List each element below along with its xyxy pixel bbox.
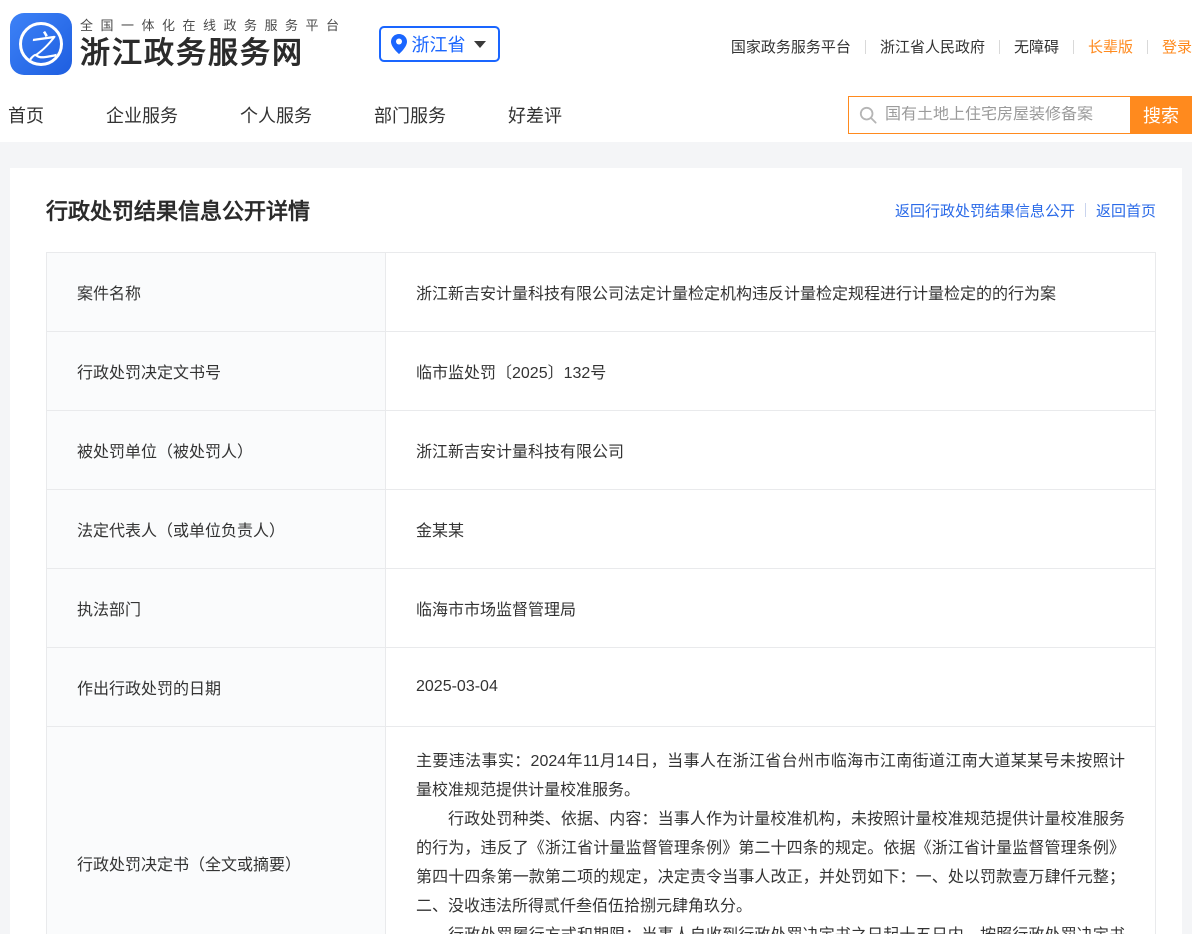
divider: [865, 40, 866, 54]
row-label: 作出行政处罚的日期: [47, 648, 386, 727]
decision-paragraph: 行政处罚履行方式和期限：当事人自收到行政处罚决定书之日起十五日内，按照行政处罚决…: [416, 921, 1125, 934]
back-to-list-link[interactable]: 返回行政处罚结果信息公开: [895, 200, 1075, 221]
row-label: 行政处罚决定书（全文或摘要）: [47, 727, 386, 934]
region-label: 浙江省: [412, 31, 466, 57]
card-header: 行政处罚结果信息公开详情 返回行政处罚结果信息公开 返回首页: [46, 194, 1156, 226]
link-elder-version[interactable]: 长辈版: [1088, 36, 1133, 57]
row-value: 金某某: [386, 490, 1156, 569]
row-value: 主要违法事实：2024年11月14日，当事人在浙江省台州市临海市江南街道江南大道…: [386, 727, 1156, 934]
chevron-down-icon: [474, 41, 486, 48]
site-logo[interactable]: 之: [10, 13, 72, 75]
site-header: 之 全国一体化在线政务服务平台 浙江政务服务网 浙江省 国家政务服务平台 浙江省…: [0, 0, 1192, 88]
row-label: 执法部门: [47, 569, 386, 648]
divider: [1073, 40, 1074, 54]
link-login[interactable]: 登录: [1162, 36, 1192, 57]
nav-items: 首页 企业服务 个人服务 部门服务 好差评: [0, 102, 562, 128]
search-icon: [859, 106, 877, 124]
main-nav: 首页 企业服务 个人服务 部门服务 好差评 搜索: [0, 88, 1192, 142]
penalty-detail-table: 案件名称 浙江新吉安计量科技有限公司法定计量检定机构违反计量检定规程进行计量检定…: [46, 252, 1156, 934]
search-input[interactable]: [885, 106, 1115, 124]
back-to-home-link[interactable]: 返回首页: [1096, 200, 1156, 221]
row-value: 浙江新吉安计量科技有限公司法定计量检定机构违反计量检定规程进行计量检定的的行为案: [386, 253, 1156, 332]
region-selector[interactable]: 浙江省: [379, 26, 500, 62]
back-links: 返回行政处罚结果信息公开 返回首页: [895, 200, 1156, 221]
link-accessibility[interactable]: 无障碍: [1014, 36, 1059, 57]
row-value: 临海市市场监督管理局: [386, 569, 1156, 648]
search-button[interactable]: 搜索: [1130, 96, 1192, 134]
platform-tagline: 全国一体化在线政务服务平台: [80, 19, 347, 32]
nav-item-review[interactable]: 好差评: [508, 102, 562, 128]
table-row-legal-representative: 法定代表人（或单位负责人） 金某某: [47, 490, 1156, 569]
nav-item-department[interactable]: 部门服务: [374, 102, 446, 128]
logo-glyph-icon: 之: [6, 9, 76, 79]
divider: [1085, 203, 1086, 217]
site-name: 浙江政务服务网: [80, 39, 347, 69]
row-value: 临市监处罚〔2025〕132号: [386, 332, 1156, 411]
table-row-punished-unit: 被处罚单位（被处罚人） 浙江新吉安计量科技有限公司: [47, 411, 1156, 490]
page-background: 行政处罚结果信息公开详情 返回行政处罚结果信息公开 返回首页 案件名称 浙江新吉…: [0, 142, 1192, 934]
table-row-enforcement-department: 执法部门 临海市市场监督管理局: [47, 569, 1156, 648]
link-provincial-gov[interactable]: 浙江省人民政府: [880, 36, 985, 57]
search-bar: 搜索: [848, 96, 1192, 134]
detail-card: 行政处罚结果信息公开详情 返回行政处罚结果信息公开 返回首页 案件名称 浙江新吉…: [10, 168, 1182, 934]
table-row-document-number: 行政处罚决定文书号 临市监处罚〔2025〕132号: [47, 332, 1156, 411]
location-pin-icon: [391, 34, 407, 54]
divider: [1147, 40, 1148, 54]
row-label: 法定代表人（或单位负责人）: [47, 490, 386, 569]
decision-paragraph: 行政处罚种类、依据、内容：当事人作为计量校准机构，未按照计量校准规范提供计量校准…: [416, 805, 1125, 921]
row-value: 2025-03-04: [386, 648, 1156, 727]
row-label: 案件名称: [47, 253, 386, 332]
divider: [999, 40, 1000, 54]
table-row-case-name: 案件名称 浙江新吉安计量科技有限公司法定计量检定机构违反计量检定规程进行计量检定…: [47, 253, 1156, 332]
nav-item-home[interactable]: 首页: [8, 102, 44, 128]
row-label: 被处罚单位（被处罚人）: [47, 411, 386, 490]
brand-text: 全国一体化在线政务服务平台 浙江政务服务网: [80, 19, 347, 69]
page-title: 行政处罚结果信息公开详情: [46, 194, 310, 226]
row-label: 行政处罚决定文书号: [47, 332, 386, 411]
nav-item-enterprise[interactable]: 企业服务: [106, 102, 178, 128]
top-links: 国家政务服务平台 浙江省人民政府 无障碍 长辈版 登录: [731, 36, 1192, 57]
decision-paragraph: 主要违法事实：2024年11月14日，当事人在浙江省台州市临海市江南街道江南大道…: [416, 747, 1125, 805]
row-value: 浙江新吉安计量科技有限公司: [386, 411, 1156, 490]
table-row-penalty-date: 作出行政处罚的日期 2025-03-04: [47, 648, 1156, 727]
table-row-penalty-decision: 行政处罚决定书（全文或摘要） 主要违法事实：2024年11月14日，当事人在浙江…: [47, 727, 1156, 934]
search-box: [848, 96, 1130, 134]
nav-item-personal[interactable]: 个人服务: [240, 102, 312, 128]
link-national-platform[interactable]: 国家政务服务平台: [731, 36, 851, 57]
